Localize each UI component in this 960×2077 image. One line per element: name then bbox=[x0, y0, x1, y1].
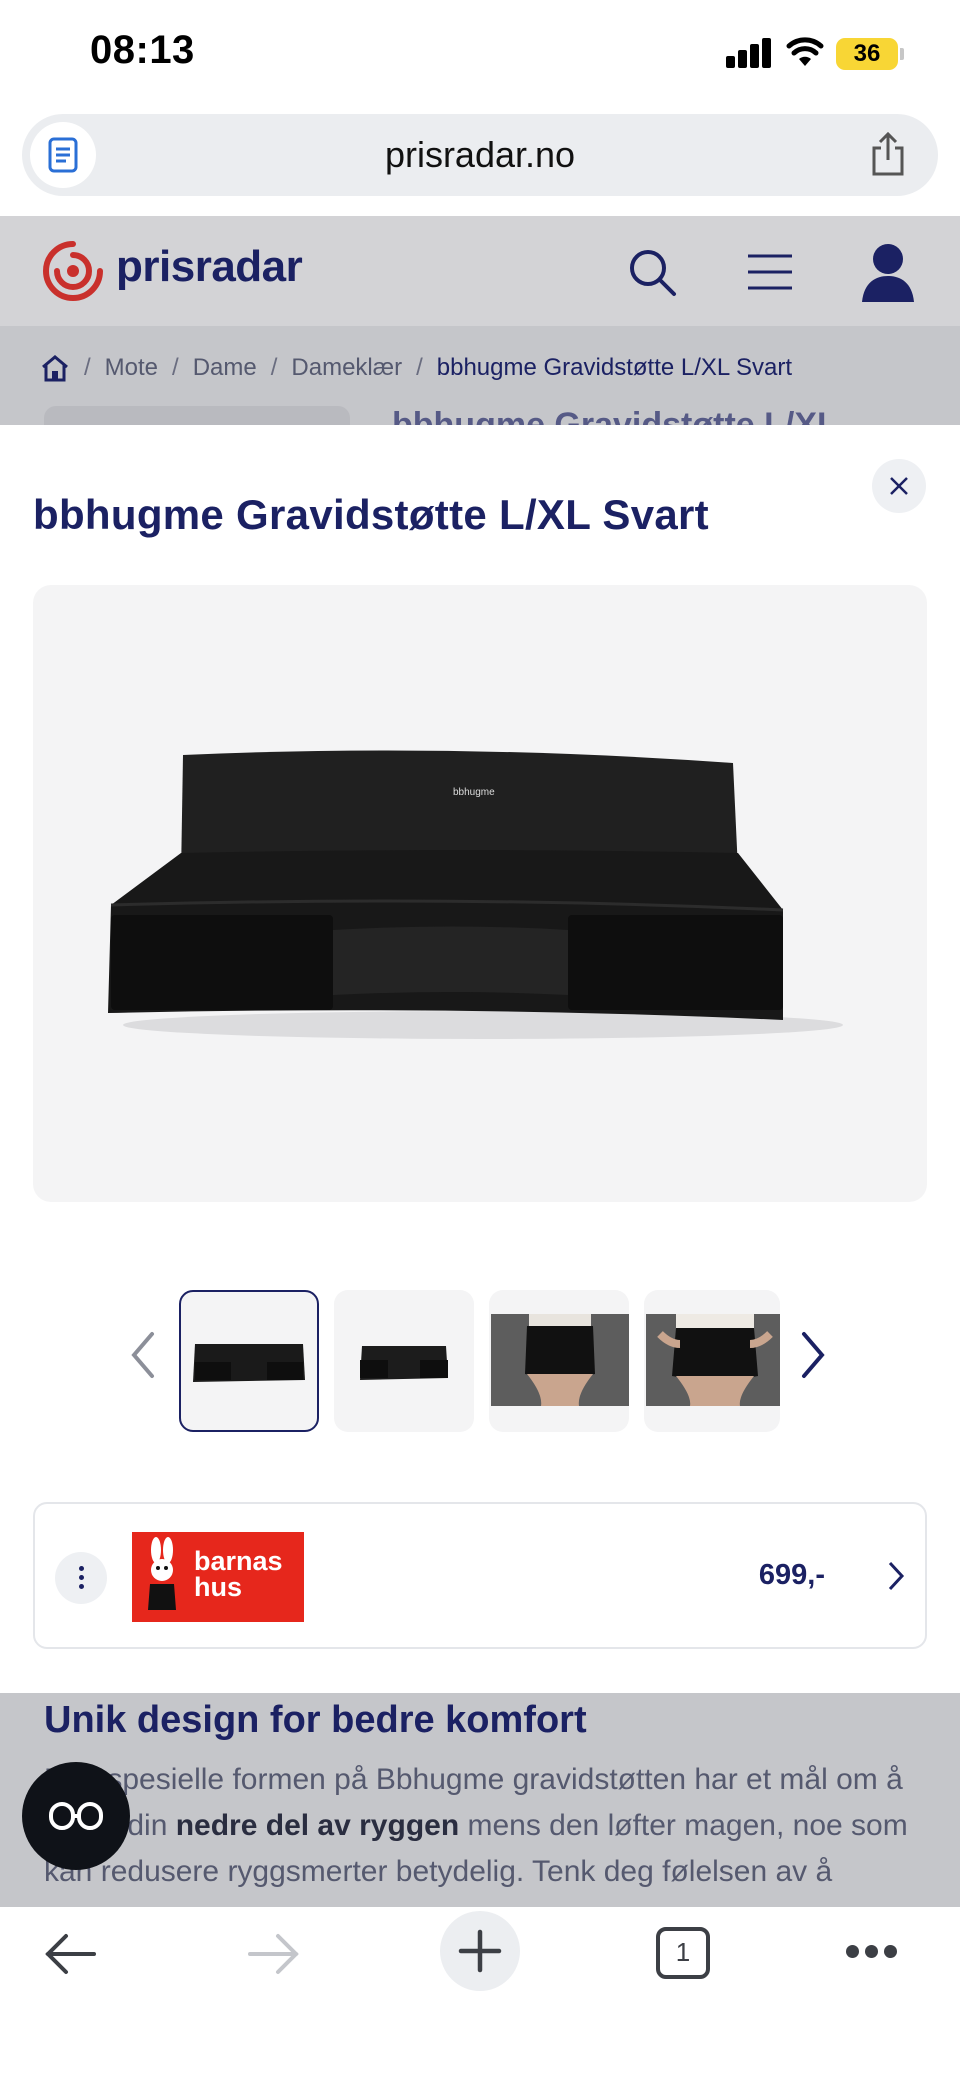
share-icon[interactable] bbox=[868, 132, 908, 178]
forward-arrow-icon[interactable] bbox=[246, 1931, 300, 1977]
rabbit-logo-icon bbox=[148, 1537, 176, 1610]
breadcrumb-item-current: bbhugme Gravidstøtte L/XL Svart bbox=[436, 354, 793, 381]
breadcrumb: / Mote / Dame / Dameklær / bbhugme Gravi… bbox=[40, 348, 792, 388]
status-time: 08:13 bbox=[90, 28, 195, 72]
thumbnail-1[interactable] bbox=[179, 1290, 319, 1432]
store-name: barnas hus bbox=[194, 1546, 283, 1602]
thumbnail-belt-image bbox=[193, 1344, 305, 1382]
battery-icon: 36 bbox=[836, 38, 898, 70]
battery-tip bbox=[900, 48, 904, 60]
menu-icon[interactable] bbox=[746, 252, 794, 292]
thumbnail-3[interactable] bbox=[489, 1290, 629, 1432]
chevron-left-icon[interactable] bbox=[128, 1330, 158, 1380]
reader-mode-button[interactable] bbox=[22, 1762, 130, 1870]
maternity-belt-image: bbhugme bbox=[108, 750, 843, 1039]
product-title: bbhugme Gravidstøtte L/XL Svart bbox=[33, 491, 709, 538]
thumbnail-photo bbox=[646, 1314, 780, 1406]
description-paragraph: Den spesielle formen på Bbhugme gravidst… bbox=[44, 1757, 934, 1895]
chevron-right-icon[interactable] bbox=[798, 1330, 828, 1380]
status-bar: 08:13 36 bbox=[0, 0, 960, 110]
offer-card[interactable]: barnas hus 699,- bbox=[33, 1502, 927, 1649]
thumbnail-2[interactable] bbox=[334, 1290, 474, 1432]
close-icon bbox=[890, 477, 908, 495]
more-icon[interactable] bbox=[846, 1945, 898, 1959]
thumbnail-carousel bbox=[0, 1290, 960, 1436]
logo-wordmark: prisradar bbox=[116, 242, 303, 291]
address-bar[interactable]: prisradar.no bbox=[22, 114, 938, 196]
tabs-button[interactable]: 1 bbox=[656, 1927, 710, 1979]
breadcrumb-separator: / bbox=[270, 354, 278, 381]
svg-text:bbhugme: bbhugme bbox=[453, 787, 495, 798]
main-product-image[interactable]: bbhugme bbox=[33, 585, 927, 1202]
breadcrumb-item-mote[interactable]: Mote bbox=[105, 354, 158, 382]
search-icon[interactable] bbox=[628, 248, 678, 298]
store-logo: barnas hus bbox=[132, 1532, 304, 1622]
thumbnail-4[interactable] bbox=[644, 1290, 780, 1432]
user-icon[interactable] bbox=[862, 242, 914, 302]
prisradar-logo[interactable]: prisradar bbox=[42, 240, 312, 301]
glasses-icon bbox=[49, 1802, 103, 1830]
thumbnail-belt-image bbox=[360, 1346, 448, 1380]
plus-icon bbox=[458, 1929, 502, 1973]
description-bold-text: nedre del av ryggen bbox=[175, 1809, 460, 1842]
wifi-icon bbox=[786, 37, 824, 66]
breadcrumb-bar: / Mote / Dame / Dameklær / bbhugme Gravi… bbox=[0, 326, 960, 446]
product-description-section: Unik design for bedre komfort Den spesie… bbox=[0, 1693, 960, 1907]
home-icon[interactable] bbox=[40, 354, 70, 382]
signal-icon bbox=[726, 38, 772, 68]
url-text[interactable]: prisradar.no bbox=[22, 134, 938, 176]
breadcrumb-separator: / bbox=[416, 354, 423, 381]
breadcrumb-item-dame[interactable]: Dame bbox=[193, 354, 257, 382]
product-images-sheet: bbhugme Gravidstøtte L/XL Svart bbhugme bbox=[0, 425, 960, 1693]
offer-price: 699,- bbox=[758, 1559, 825, 1591]
site-header: prisradar bbox=[0, 216, 960, 326]
description-heading: Unik design for bedre komfort bbox=[44, 1699, 587, 1741]
breadcrumb-separator: / bbox=[172, 354, 179, 381]
browser-toolbar: 1 bbox=[0, 1907, 960, 2077]
thumbnail-photo bbox=[491, 1314, 629, 1406]
chevron-right-icon[interactable] bbox=[887, 1560, 905, 1592]
more-options-button[interactable] bbox=[55, 1552, 107, 1604]
breadcrumb-separator: / bbox=[84, 354, 91, 381]
breadcrumb-item-dameklaer[interactable]: Dameklær bbox=[291, 354, 402, 382]
new-tab-button[interactable] bbox=[440, 1911, 520, 1991]
radar-logo-icon bbox=[43, 241, 103, 301]
close-button[interactable] bbox=[872, 459, 926, 513]
back-arrow-icon[interactable] bbox=[44, 1931, 98, 1977]
